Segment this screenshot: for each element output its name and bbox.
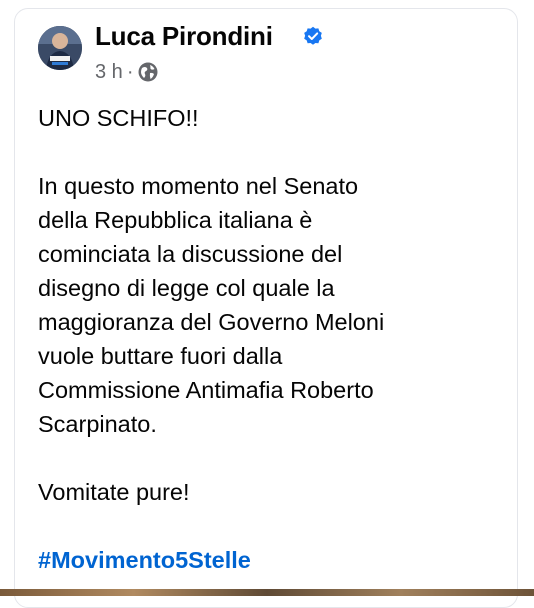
post-body: UNO SCHIFO!! In questo momento nel Senat… bbox=[38, 101, 508, 577]
post-line: maggioranza del Governo Meloni bbox=[38, 309, 385, 335]
post-line: della Repubblica italiana è bbox=[38, 207, 313, 233]
meta-separator: · bbox=[126, 60, 134, 83]
hashtag-link[interactable]: #Movimento5Stelle bbox=[38, 543, 508, 577]
attached-photo-edge bbox=[0, 589, 534, 596]
post-line: vuole buttare fuori dalla bbox=[38, 343, 283, 369]
post-closing: Vomitate pure! bbox=[38, 479, 190, 505]
post-line: Scarpinato. bbox=[38, 411, 157, 437]
post-meta: 3 h · bbox=[95, 60, 159, 84]
post-timestamp[interactable]: 3 h bbox=[95, 61, 123, 84]
author-name[interactable]: Luca Pirondini bbox=[95, 20, 273, 52]
post-line: cominciata la discussione del bbox=[38, 241, 343, 267]
globe-icon[interactable] bbox=[137, 61, 159, 83]
verified-badge-icon bbox=[304, 26, 322, 45]
avatar-photo bbox=[38, 26, 82, 70]
post-line: Commissione Antimafia Roberto bbox=[38, 377, 374, 403]
post-line: disegno di legge col quale la bbox=[38, 275, 335, 301]
post-line: In questo momento nel Senato bbox=[38, 173, 359, 199]
avatar[interactable] bbox=[38, 26, 82, 70]
post-headline: UNO SCHIFO!! bbox=[38, 105, 199, 131]
